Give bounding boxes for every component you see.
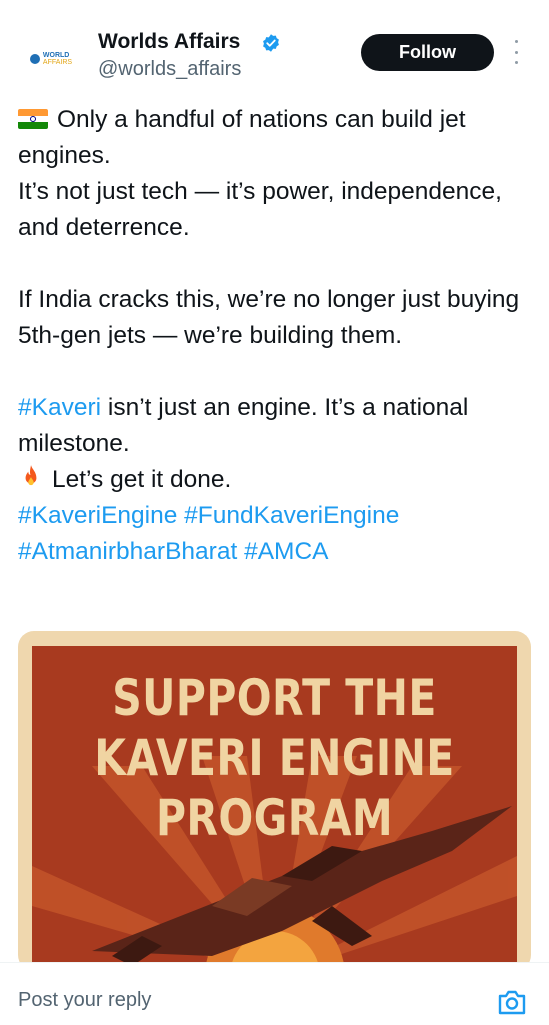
avatar[interactable]: WORLD AFFAIRS bbox=[22, 30, 80, 88]
reply-bar: Post your reply bbox=[0, 962, 549, 1025]
tweet-line-get-it-done: Let’s get it done. bbox=[52, 466, 232, 493]
tweet-paragraph-2: If India cracks this, we’re no longer ju… bbox=[18, 282, 528, 354]
globe-icon bbox=[29, 54, 40, 64]
kaveri-poster: SUPPORT THE KAVERI ENGINE PROGRAM bbox=[32, 646, 517, 971]
account-name[interactable]: Worlds Affairs bbox=[98, 30, 240, 54]
tweet-text: Only a handful of nations can build jet … bbox=[18, 102, 528, 570]
world-affairs-logo: WORLD AFFAIRS bbox=[29, 52, 73, 66]
tweet-line-jet-engines: Only a handful of nations can build jet … bbox=[18, 106, 466, 169]
poster-title-line1: SUPPORT THE bbox=[112, 669, 437, 727]
account-handle[interactable]: @worlds_affairs bbox=[98, 58, 241, 81]
tweet-line-india: If India cracks this, we’re no longer ju… bbox=[18, 286, 520, 349]
verified-badge-icon bbox=[263, 34, 279, 52]
fire-icon bbox=[25, 465, 37, 486]
hashtag-kaveri[interactable]: #Kaveri bbox=[18, 394, 101, 421]
follow-button[interactable]: Follow bbox=[361, 34, 494, 71]
tweet-paragraph-3: #Kaveri isn’t just an engine. It’s a nat… bbox=[18, 390, 528, 570]
logo-text-line2: AFFAIRS bbox=[42, 59, 73, 66]
india-flag-icon bbox=[18, 109, 48, 129]
tweet-paragraph-1: Only a handful of nations can build jet … bbox=[18, 102, 528, 246]
hashtags-line-2[interactable]: #AtmanirbharBharat #AMCA bbox=[18, 538, 328, 565]
tweet-header: WORLD AFFAIRS Worlds Affairs @worlds_aff… bbox=[0, 0, 549, 100]
camera-icon[interactable] bbox=[497, 988, 527, 1016]
tweet-line-power: It’s not just tech — it’s power, indepen… bbox=[18, 178, 502, 241]
reply-input[interactable]: Post your reply bbox=[18, 989, 151, 1012]
hashtags-line-1[interactable]: #KaveriEngine #FundKaveriEngine bbox=[18, 502, 399, 529]
poster-title-line3: PROGRAM bbox=[155, 789, 394, 847]
poster-title: SUPPORT THE KAVERI ENGINE PROGRAM bbox=[76, 668, 474, 848]
more-vertical-icon[interactable] bbox=[512, 40, 520, 64]
poster-title-line2: KAVERI ENGINE bbox=[94, 729, 455, 787]
logo-text-line1: WORLD bbox=[42, 52, 70, 59]
tweet-image[interactable]: SUPPORT THE KAVERI ENGINE PROGRAM bbox=[18, 631, 531, 971]
